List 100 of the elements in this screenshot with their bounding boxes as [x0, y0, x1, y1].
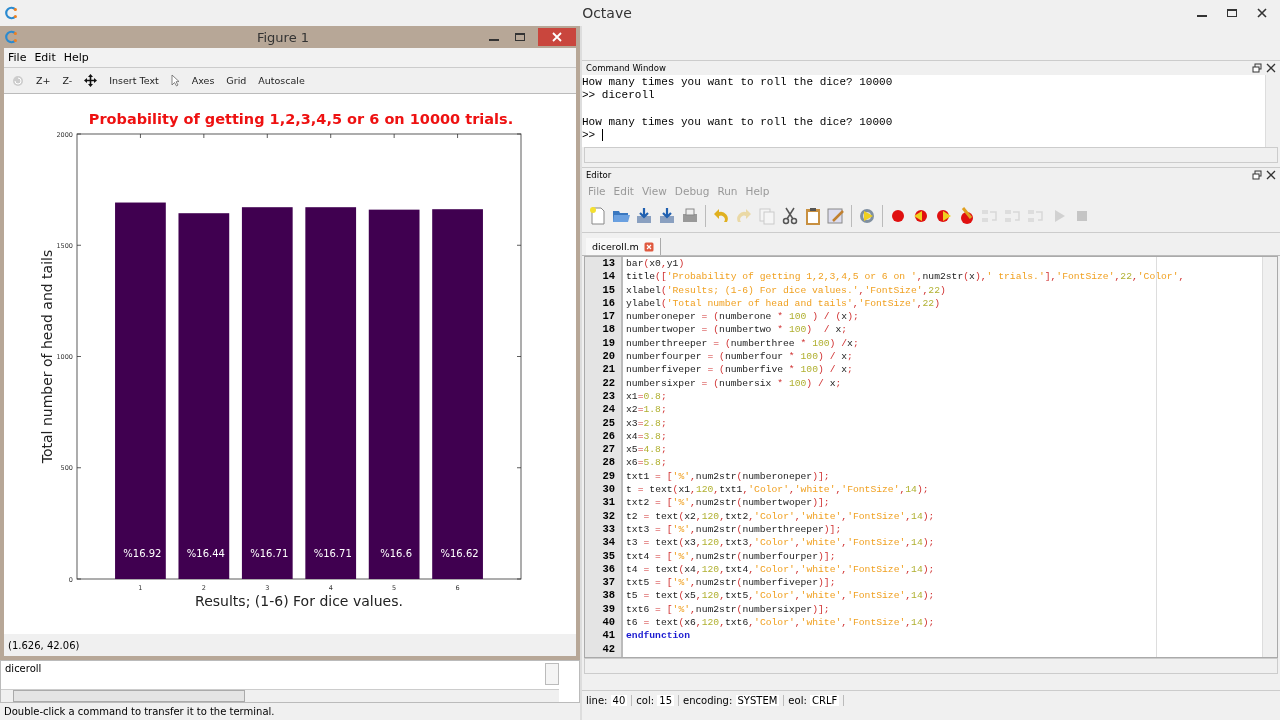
- status-field: col: 15: [636, 694, 680, 706]
- code-line: endfunction: [626, 630, 690, 642]
- line-number: 33: [601, 522, 616, 537]
- line-number: 29: [601, 469, 616, 484]
- code-line: txt5 = ['%',num2str(numberfiveper)];: [626, 577, 836, 589]
- toolbar-button[interactable]: Z+: [36, 75, 51, 86]
- pointer-icon[interactable]: [170, 74, 180, 87]
- console-line: How many times you want to roll the dice? 10000: [582, 115, 894, 129]
- command-window[interactable]: How many times you want to roll the dice? 10000 >> diceroll How many times you want to roll the dice? 10000 >>: [582, 75, 1280, 147]
- chart-title: Probability of getting 1,2,3,4,5 or 6 on 10000 trials.: [88, 111, 514, 127]
- line-number: 38: [601, 589, 616, 603]
- scrollbar[interactable]: [584, 147, 1278, 163]
- line-number: 14: [601, 270, 616, 284]
- line-number: 37: [601, 576, 616, 590]
- bar-label: %16.92: [123, 548, 162, 559]
- scrollbar[interactable]: [584, 658, 1278, 674]
- scrollbar[interactable]: [545, 663, 559, 685]
- bar-label: %16.6: [380, 548, 413, 559]
- saveas-icon[interactable]: [657, 206, 677, 226]
- run-icon[interactable]: [857, 206, 877, 226]
- close-icon[interactable]: [1256, 8, 1268, 18]
- code-line: t5 = text(x5,120,txt5,'Color','white','FontSize',14);: [626, 590, 935, 602]
- window-title: Octave: [581, 5, 633, 21]
- logo-icon: [4, 30, 18, 44]
- bar-label: %16.71: [250, 548, 289, 559]
- pan-icon[interactable]: [84, 74, 98, 87]
- line-number: 22: [601, 376, 616, 390]
- close-icon[interactable]: [1266, 170, 1276, 180]
- code-line: numberfiveper = (numberfive * 100) / x;: [626, 364, 853, 376]
- toolbar-button[interactable]: Grid: [226, 75, 247, 86]
- line-number: 20: [601, 350, 616, 364]
- history-item[interactable]: diceroll: [5, 663, 42, 674]
- bar-label: %16.62: [440, 548, 479, 559]
- y-axis-label: Total number of head and tails: [39, 249, 55, 464]
- code-line: x2=1.8;: [626, 404, 667, 416]
- code-line: t2 = text(x2,120,txt2,'Color','white','FontSize',14);: [626, 510, 935, 522]
- status-field: line: 40: [586, 694, 633, 706]
- scrollbar[interactable]: [1265, 75, 1280, 147]
- code-line: t3 = text(x3,120,txt3,'Color','white','FontSize',14);: [626, 537, 935, 549]
- line-number: 42: [601, 642, 616, 656]
- line-number: 32: [601, 509, 616, 523]
- line-number: 16: [601, 296, 616, 311]
- line-number: 35: [601, 549, 616, 563]
- cut-icon[interactable]: [780, 206, 800, 226]
- paste-icon[interactable]: [803, 206, 823, 226]
- logo-icon: [4, 6, 18, 20]
- toolbar-button[interactable]: Autoscale: [258, 75, 305, 86]
- menu-item[interactable]: Edit: [34, 51, 56, 64]
- x-axis-label: Results; (1-6) For dice values.: [195, 593, 403, 609]
- code-line: txt2 = ['%',num2str(numbertwoper)];: [626, 497, 830, 509]
- line-number: 24: [601, 403, 616, 417]
- file-tab[interactable]: diceroll.m: [586, 238, 661, 255]
- close-icon[interactable]: [1266, 63, 1276, 73]
- code-line: numberthreeper = (numberthree * 100) /x;: [626, 337, 859, 349]
- line-number: 30: [601, 483, 616, 497]
- status-text: Double-click a command to transfer it to the terminal.: [4, 706, 275, 717]
- code-line: txt4 = ['%',num2str(numberfourper)];: [626, 550, 836, 562]
- undock-icon[interactable]: [1252, 63, 1262, 73]
- line-number: 21: [601, 363, 616, 377]
- line-number: 13: [601, 257, 616, 271]
- code-editor[interactable]: [584, 256, 1278, 658]
- code-line: x4=3.8;: [626, 430, 667, 442]
- line-number: 40: [601, 616, 616, 630]
- status-field: encoding: SYSTEM: [683, 694, 785, 706]
- code-line: x3=2.8;: [626, 417, 667, 429]
- undock-icon[interactable]: [1252, 170, 1262, 180]
- code-line: txt1 = ['%',num2str(numberoneper)];: [626, 470, 830, 482]
- line-number: 27: [601, 443, 616, 457]
- line-number: 19: [601, 336, 616, 351]
- code-line: xlabel('Results; (1-6) For dice values.','FontSize',22): [626, 284, 946, 296]
- coordinates-readout: (1.626, 42.06): [8, 639, 80, 651]
- scrollbar[interactable]: [1262, 257, 1277, 657]
- maximize-icon[interactable]: [514, 32, 526, 42]
- window-title: Figure 1: [255, 29, 311, 45]
- code-line: x6=5.8;: [626, 457, 667, 469]
- line-number: 26: [601, 429, 616, 444]
- menu-item[interactable]: Help: [63, 51, 89, 64]
- code-line: x5=4.8;: [626, 444, 667, 456]
- save-icon[interactable]: [634, 206, 654, 226]
- close-button[interactable]: [538, 28, 576, 46]
- text-cursor: [602, 129, 604, 142]
- line-number: 17: [601, 310, 616, 324]
- panel-title: Command Window: [586, 63, 666, 73]
- toolbar-button[interactable]: Insert Text: [109, 75, 159, 86]
- menu-item[interactable]: File: [8, 51, 27, 64]
- line-number: 25: [601, 416, 616, 430]
- line-number: 39: [601, 602, 616, 616]
- toolbar-button[interactable]: Z-: [62, 75, 73, 86]
- toolbar-button[interactable]: Axes: [191, 75, 215, 86]
- line-number: 23: [601, 389, 616, 404]
- bar-label: %16.44: [186, 548, 225, 559]
- console-line: >> diceroll: [582, 89, 656, 103]
- panel-title: Editor: [586, 170, 612, 180]
- code-line: title(['Probability of getting 1,2,3,4,5 or 6 on ',num2str(x),' trials.'],'FontSize',22,'Color',: [626, 271, 1185, 283]
- console-prompt: >>: [582, 128, 596, 142]
- code-line: numberoneper = (numberone * 100 ) / (x);: [626, 311, 859, 323]
- scrollbar[interactable]: [1, 689, 559, 702]
- code-line: ylabel('Total number of head and tails','FontSize',22): [626, 297, 940, 309]
- maximize-icon[interactable]: [1226, 8, 1238, 18]
- code-line: t4 = text(x4,120,txt4,'Color','white','FontSize',14);: [626, 563, 935, 575]
